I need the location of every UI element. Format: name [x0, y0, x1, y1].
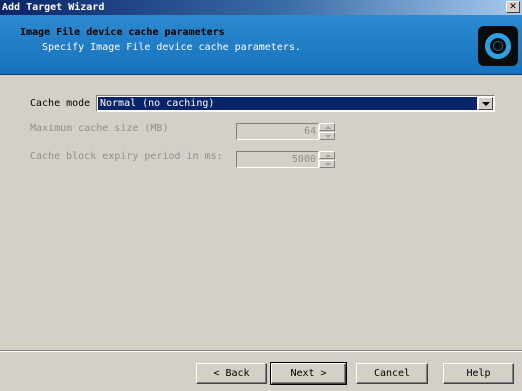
help-button[interactable]: Help	[443, 363, 514, 384]
spin-up-icon[interactable]	[319, 151, 335, 159]
back-button[interactable]: < Back	[196, 363, 267, 384]
close-button[interactable]: ✕	[506, 1, 520, 13]
block-expiry-spinner[interactable]	[319, 151, 335, 168]
cache-mode-label: Cache mode	[30, 98, 91, 109]
max-cache-size-spinner[interactable]	[319, 123, 335, 140]
max-cache-size-label: Maximum cache size (MB)	[30, 123, 169, 134]
close-icon: ✕	[509, 2, 517, 12]
block-expiry-label: Cache block expiry period in ms:	[30, 151, 223, 162]
cache-mode-value[interactable]: Normal (no caching)	[98, 97, 477, 110]
header-title: Image File device cache parameters	[20, 27, 225, 38]
logo-ring	[485, 33, 511, 59]
cache-mode-dropdown[interactable]: Normal (no caching)	[96, 95, 495, 112]
spin-down-icon[interactable]	[319, 160, 335, 168]
target-ring-icon	[478, 26, 518, 66]
title-bar: Add Target Wizard ✕	[0, 0, 522, 15]
spin-up-icon[interactable]	[319, 123, 335, 131]
header-subtitle: Specify Image File device cache paramete…	[42, 42, 301, 53]
wizard-header: Image File device cache parameters Speci…	[0, 15, 522, 75]
spin-down-icon[interactable]	[319, 132, 335, 140]
next-button[interactable]: Next >	[270, 362, 347, 385]
window-title: Add Target Wizard	[2, 2, 105, 13]
max-cache-size-input[interactable]: 64	[236, 123, 319, 140]
footer-divider	[0, 350, 522, 352]
block-expiry-input[interactable]: 5000	[236, 151, 319, 168]
cancel-button[interactable]: Cancel	[356, 363, 428, 384]
chevron-down-icon[interactable]	[478, 97, 493, 110]
